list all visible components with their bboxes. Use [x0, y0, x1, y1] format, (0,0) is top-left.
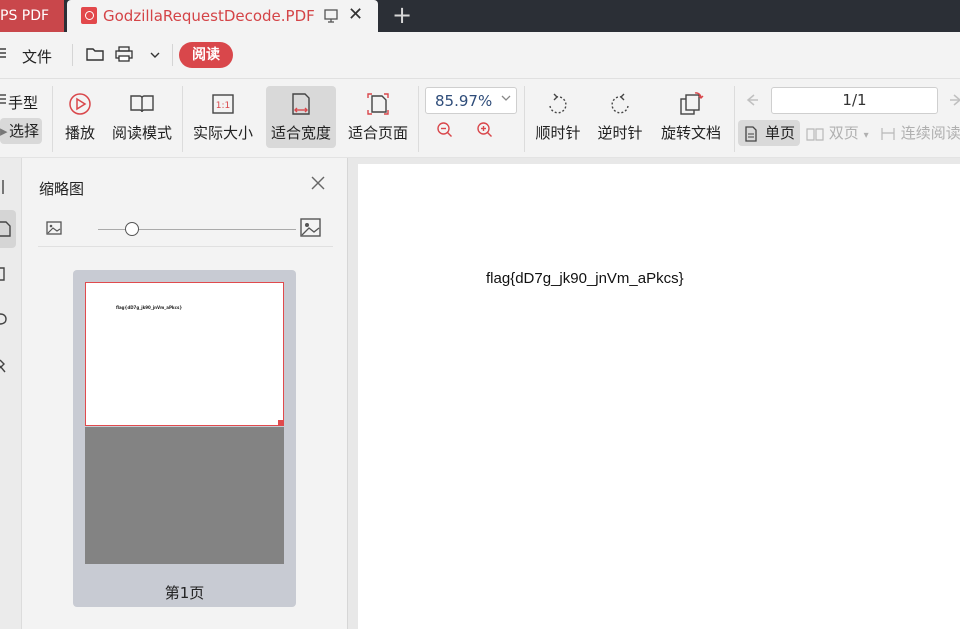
menu-icon[interactable] — [0, 45, 6, 65]
rotate-clockwise-button[interactable]: 顺时针 — [532, 90, 584, 143]
book-icon — [130, 95, 154, 113]
document-tab[interactable]: GodzillaRequestDecode.PDF ✕ — [67, 0, 378, 32]
print-icon[interactable] — [115, 46, 133, 66]
left-sidebar-strip — [0, 158, 22, 629]
thumbnail-text: flag{dD7g_jk90_jnVm_aPkcs} — [116, 305, 183, 310]
zoom-select[interactable]: 85.97% — [425, 87, 517, 114]
thumbnail-panel-icon[interactable] — [0, 210, 16, 248]
thumbnail-size-toolbar — [38, 213, 333, 247]
close-tab-icon[interactable]: ✕ — [348, 6, 363, 24]
large-image-icon[interactable] — [300, 218, 321, 241]
rotate-counterclockwise-icon — [611, 93, 629, 114]
document-text[interactable]: flag{dD7g_jk90_jnVm_aPkcs} — [486, 270, 684, 287]
thumbnail-panel: 缩略图 flag{dD7g_jk90_jnVm_aPkcs} 第1页 — [23, 158, 347, 629]
rotate-clockwise-label: 顺时针 — [535, 124, 581, 142]
divider — [734, 86, 735, 152]
cursor-icon: ▸ — [0, 122, 8, 140]
fit-width-label: 适合宽度 — [270, 124, 331, 142]
divider — [418, 86, 419, 152]
continuous-read-button[interactable]: 连续阅读 — [880, 120, 960, 146]
zoom-out-icon[interactable] — [436, 121, 454, 143]
divider — [172, 44, 173, 66]
fit-page-icon — [367, 93, 389, 115]
actual-size-label: 实际大小 — [192, 124, 253, 142]
fit-page-label: 适合页面 — [347, 124, 408, 142]
fit-width-icon — [292, 93, 310, 115]
single-page-icon — [744, 120, 758, 146]
thumbnail-corner-marker — [278, 420, 284, 426]
play-icon — [69, 93, 91, 115]
app-tab-label: PS PDF — [0, 8, 50, 24]
svg-text:1:1: 1:1 — [216, 101, 230, 111]
attachment-panel-icon[interactable] — [0, 346, 16, 384]
slider-handle[interactable] — [124, 222, 139, 236]
read-mode-label: 阅读模式 — [111, 124, 172, 142]
next-page-icon[interactable] — [948, 92, 960, 112]
file-menu[interactable]: 文件 — [22, 46, 52, 67]
open-folder-icon[interactable] — [86, 46, 104, 66]
zoom-value: 85.97% — [435, 92, 493, 110]
rotate-counterclockwise-label: 逆时针 — [597, 124, 643, 142]
chevron-down-icon[interactable] — [149, 47, 161, 65]
actual-size-icon: 1:1 — [212, 94, 234, 114]
zoom-in-icon[interactable] — [476, 121, 494, 143]
page-thumbnail[interactable]: flag{dD7g_jk90_jnVm_aPkcs} 第1页 — [73, 270, 296, 607]
continuous-read-icon — [880, 124, 901, 142]
tab-bar: PS PDF GodzillaRequestDecode.PDF ✕ + — [0, 0, 960, 32]
rotate-clockwise-icon — [549, 93, 567, 114]
new-tab-button[interactable]: + — [392, 2, 412, 28]
document-page: flag{dD7g_jk90_jnVm_aPkcs} — [358, 164, 960, 629]
bookmark-panel-icon[interactable] — [0, 168, 16, 206]
single-page-button[interactable]: 单页 — [738, 120, 800, 146]
read-mode-button[interactable]: 阅读模式 — [110, 90, 174, 143]
thumbnail-page-preview: flag{dD7g_jk90_jnVm_aPkcs} — [85, 282, 284, 426]
divider — [72, 44, 73, 66]
rotate-document-label: 旋转文档 — [660, 124, 721, 142]
ribbon-toolbar: 手型 ▸ 选择 播放 阅读模式 1:1 实际大小 适合宽度 适合页面 85.97… — [0, 80, 960, 158]
thumbnail-panel-title: 缩略图 — [39, 180, 85, 198]
double-page-label: 双页 — [828, 124, 859, 142]
actual-size-button[interactable]: 1:1 实际大小 — [190, 90, 256, 143]
play-label: 播放 — [64, 124, 95, 142]
caret-down-icon: ▾ — [863, 130, 869, 141]
rotate-counterclockwise-button[interactable]: 逆时针 — [594, 90, 646, 143]
divider — [182, 86, 183, 152]
small-image-icon[interactable] — [46, 221, 62, 239]
divider — [524, 86, 525, 152]
hand-tool-button[interactable]: 手型 — [8, 92, 38, 113]
page-number-input[interactable]: 1/1 — [771, 87, 938, 114]
select-tool-label: 选择 — [9, 122, 40, 140]
close-panel-icon[interactable] — [311, 174, 325, 195]
chevron-down-icon — [500, 92, 512, 107]
fit-page-button[interactable]: 适合页面 — [346, 90, 410, 143]
rotate-document-icon — [680, 92, 704, 115]
page-panel-icon[interactable] — [0, 256, 16, 294]
document-tab-title: GodzillaRequestDecode.PDF — [103, 7, 315, 25]
hand-icon — [0, 92, 6, 110]
menu-bar: 文件 阅读 — [0, 32, 960, 79]
fit-width-button[interactable]: 适合宽度 — [266, 86, 336, 148]
double-page-button[interactable]: 双页 ▾ — [806, 120, 869, 146]
pdf-file-icon — [81, 7, 97, 24]
document-viewport[interactable]: flag{dD7g_jk90_jnVm_aPkcs} — [348, 158, 960, 629]
read-tab-button[interactable]: 阅读 — [179, 42, 233, 68]
select-tool-button[interactable]: ▸ 选择 — [0, 118, 42, 144]
divider — [52, 86, 53, 152]
thumbnail-page-label: 第1页 — [164, 584, 205, 602]
single-page-label: 单页 — [765, 124, 796, 142]
comment-panel-icon[interactable] — [0, 300, 16, 338]
previous-page-icon[interactable] — [744, 92, 760, 112]
double-page-icon — [806, 124, 829, 142]
rotate-document-button[interactable]: 旋转文档 — [656, 90, 726, 143]
continuous-read-label: 连续阅读 — [900, 124, 960, 142]
app-tab[interactable]: PS PDF — [0, 0, 64, 32]
play-button[interactable]: 播放 — [60, 90, 100, 143]
screen-icon[interactable] — [323, 8, 339, 28]
thumbnail-viewport-shade — [85, 427, 284, 564]
